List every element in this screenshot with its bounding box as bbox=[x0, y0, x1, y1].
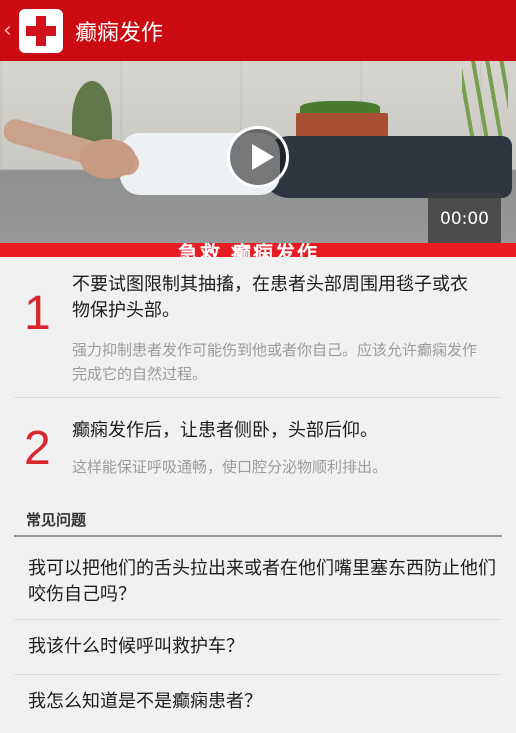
video-player[interactable]: 00:00 急救 癫痫发作 bbox=[0, 61, 516, 257]
step-instruction: 不要试图限制其抽搐，在患者头部周围用毯子或衣物保护头部。 bbox=[72, 274, 468, 321]
faq-divider bbox=[14, 535, 502, 537]
video-time: 00:00 bbox=[428, 193, 501, 244]
page-title: 癫痫发作 bbox=[75, 20, 164, 46]
step-1: 1 不要试图限制其抽搐，在患者头部周围用毯子或衣物保护头部。 强力抑制患者发作可… bbox=[0, 257, 516, 397]
step-explanation: 强力抑制患者发作可能伤到他或者你自己。应该允许癫痫发作完成它的自然过程。 bbox=[72, 341, 478, 383]
step-explanation: 这样能保证呼吸通畅，使口腔分泌物顺利排出。 bbox=[72, 458, 388, 476]
step-2: 2 癫痫发作后，让患者侧卧，头部后仰。 这样能保证呼吸通畅，使口腔分泌物顺利排出… bbox=[0, 398, 516, 498]
video-person-head bbox=[80, 139, 136, 179]
red-cross-icon[interactable] bbox=[19, 8, 63, 53]
divider bbox=[14, 674, 502, 675]
step-number: 2 bbox=[24, 422, 51, 475]
play-icon bbox=[252, 144, 274, 170]
video-caption-bar: 急救 癫痫发作 bbox=[0, 243, 516, 257]
step-number: 1 bbox=[24, 287, 51, 340]
play-button[interactable] bbox=[227, 126, 289, 188]
faq-item[interactable]: 我该什么时候呼叫救护车？ bbox=[28, 634, 498, 660]
faq-item[interactable]: 我怎么知道是不是癫痫患者？ bbox=[28, 689, 498, 715]
back-chevron-icon[interactable]: ‹ bbox=[3, 19, 17, 42]
app-bar: ‹ 癫痫发作 bbox=[0, 0, 516, 61]
step-instruction: 癫痫发作后，让患者侧卧，头部后仰。 bbox=[72, 420, 378, 441]
faq-section-title: 常见问题 bbox=[26, 511, 87, 529]
divider bbox=[14, 619, 502, 620]
faq-item[interactable]: 我可以把他们的舌头拉出来或者在他们嘴里塞东西防止他们咬伤自己吗？ bbox=[28, 556, 498, 608]
video-person-legs bbox=[260, 136, 512, 198]
video-caption-text: 急救 癫痫发作 bbox=[178, 243, 319, 257]
